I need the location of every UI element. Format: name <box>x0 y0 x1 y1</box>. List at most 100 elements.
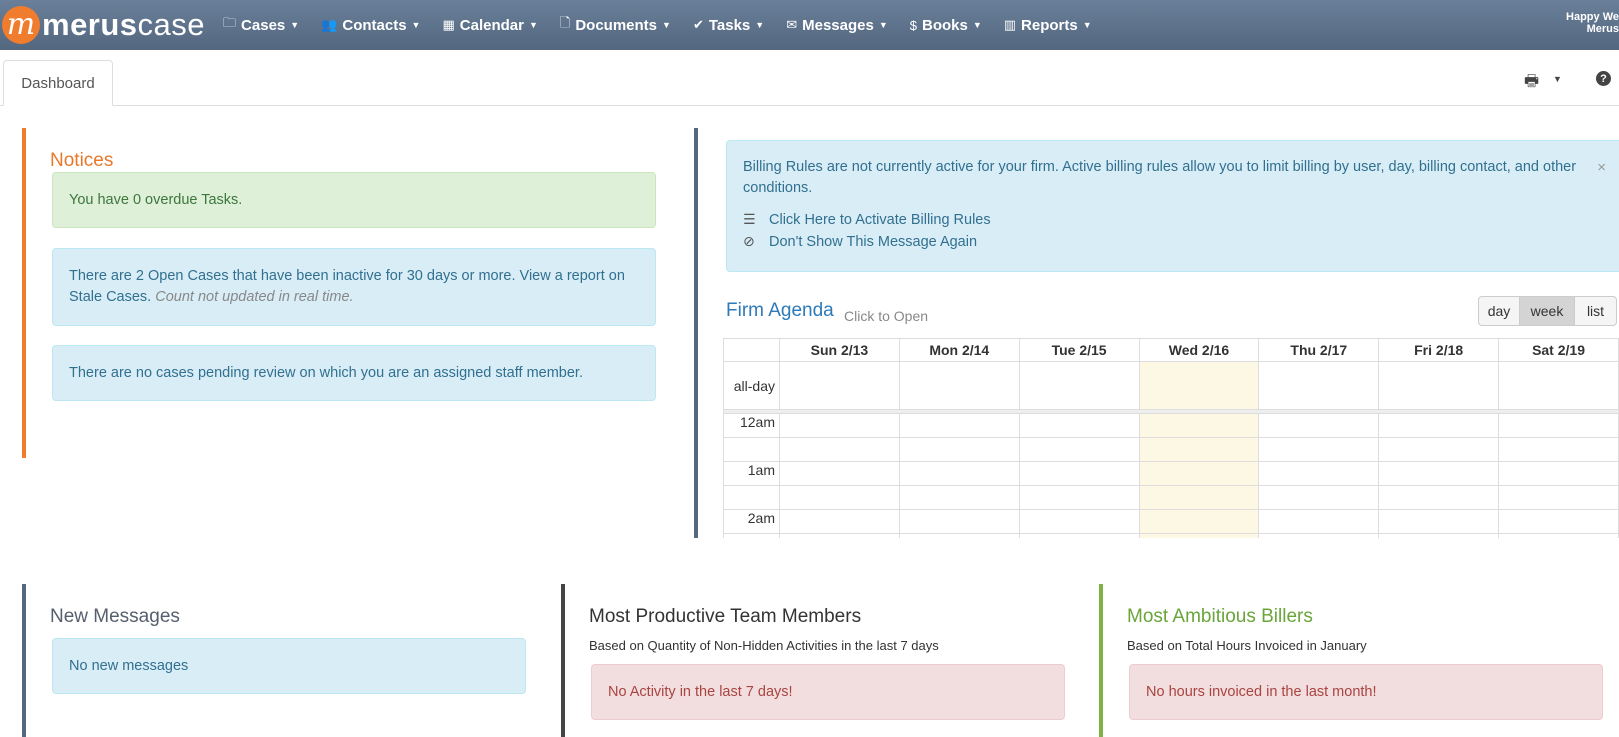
time-slot[interactable] <box>898 437 1020 462</box>
no-hours-alert: No hours invoiced in the last month! <box>1129 664 1603 720</box>
help-icon[interactable]: ? <box>1596 71 1611 86</box>
day-header[interactable]: Tue 2/15 <box>1018 338 1140 362</box>
allday-cell[interactable] <box>1378 361 1500 410</box>
time-slot[interactable] <box>1498 461 1619 486</box>
time-slot[interactable] <box>1018 461 1140 486</box>
time-slot[interactable] <box>1258 533 1380 538</box>
day-header[interactable]: Fri 2/18 <box>1378 338 1500 362</box>
stale-cases-alert[interactable]: There are 2 Open Cases that have been in… <box>52 248 656 326</box>
time-slot[interactable] <box>779 437 900 462</box>
time-label-blank <box>723 533 780 538</box>
time-slot[interactable] <box>1498 413 1619 438</box>
view-week-button[interactable]: week <box>1520 296 1575 326</box>
nav-contacts[interactable]: 👥 Contacts ▼ <box>321 14 420 36</box>
allday-cell[interactable] <box>1018 361 1140 410</box>
time-slot[interactable] <box>898 461 1020 486</box>
caret-down-icon[interactable]: ▼ <box>1553 74 1562 84</box>
time-slot[interactable] <box>898 533 1020 538</box>
activate-billing-rules-link[interactable]: ☰ Click Here to Activate Billing Rules <box>743 211 991 228</box>
overdue-tasks-alert: You have 0 overdue Tasks. <box>52 172 656 228</box>
time-slot[interactable] <box>1258 485 1380 510</box>
day-header[interactable]: Sun 2/13 <box>779 338 900 362</box>
caret-down-icon: ▼ <box>528 20 538 30</box>
close-icon[interactable]: × <box>1597 159 1606 176</box>
view-list-button[interactable]: list <box>1575 296 1617 326</box>
nav-tasks[interactable]: ✔ Tasks ▼ <box>693 14 764 36</box>
merus-logo-icon: m <box>2 6 40 44</box>
time-slot[interactable] <box>1258 461 1380 486</box>
caret-down-icon: ▼ <box>878 20 888 30</box>
time-slot-today[interactable] <box>1138 461 1260 486</box>
nav-calendar[interactable]: ▦ Calendar ▼ <box>442 14 537 36</box>
click-to-open-link[interactable]: Click to Open <box>844 308 928 324</box>
time-slot[interactable] <box>1498 509 1619 534</box>
time-slot[interactable] <box>779 509 900 534</box>
ambitious-billers-title: Most Ambitious Billers <box>1127 606 1313 627</box>
time-slot[interactable] <box>898 413 1020 438</box>
day-header[interactable]: Sat 2/19 <box>1498 338 1619 362</box>
time-slot[interactable] <box>1018 485 1140 510</box>
new-messages-title: New Messages <box>50 606 180 627</box>
time-slot-today[interactable] <box>1138 509 1260 534</box>
day-header[interactable]: Mon 2/14 <box>898 338 1020 362</box>
caret-down-icon: ▼ <box>290 20 300 30</box>
time-slot[interactable] <box>779 485 900 510</box>
time-slot[interactable] <box>779 461 900 486</box>
time-slot[interactable] <box>1258 413 1380 438</box>
view-day-button[interactable]: day <box>1478 296 1520 326</box>
caret-down-icon: ▼ <box>662 20 671 30</box>
time-slot[interactable] <box>1018 509 1140 534</box>
nav-messages[interactable]: ✉ Messages ▼ <box>786 14 888 36</box>
notices-panel: Notices You have 0 overdue Tasks. There … <box>22 128 682 458</box>
time-slot[interactable] <box>1018 437 1140 462</box>
nav-reports[interactable]: ▥ Reports ▼ <box>1004 14 1092 36</box>
time-slot-today[interactable] <box>1138 485 1260 510</box>
users-icon: 👥 <box>321 17 338 32</box>
time-slot[interactable] <box>1378 533 1500 538</box>
time-slot[interactable] <box>1018 533 1140 538</box>
allday-cell-today[interactable] <box>1138 361 1260 410</box>
productive-members-title: Most Productive Team Members <box>589 606 862 627</box>
check-circle-icon: ✔ <box>692 17 704 32</box>
time-slot[interactable] <box>898 485 1020 510</box>
time-slot[interactable] <box>1498 437 1619 462</box>
time-slot[interactable] <box>1258 509 1380 534</box>
time-slot[interactable] <box>898 509 1020 534</box>
main-menu: 🗀 Cases ▼ 👥 Contacts ▼ ▦ Calendar ▼ 🗋 Documents… <box>223 14 1114 36</box>
allday-cell[interactable] <box>1498 361 1619 410</box>
time-slot[interactable] <box>1498 485 1619 510</box>
ambitious-billers-subtitle: Based on Total Hours Invoiced in January <box>1127 638 1367 653</box>
nav-documents[interactable]: 🗋 Documents ▼ <box>560 14 671 36</box>
time-slot[interactable] <box>1258 437 1380 462</box>
time-slot[interactable] <box>1498 533 1619 538</box>
time-slot[interactable] <box>1018 413 1140 438</box>
nav-books[interactable]: $ Books ▼ <box>910 14 982 36</box>
firm-agenda-title[interactable]: Firm Agenda <box>726 300 834 322</box>
time-label: 12am <box>723 413 780 438</box>
allday-cell[interactable] <box>898 361 1020 410</box>
time-slot[interactable] <box>1378 509 1500 534</box>
time-slot-today[interactable] <box>1138 437 1260 462</box>
time-slot[interactable] <box>1378 485 1500 510</box>
time-slot[interactable] <box>1378 461 1500 486</box>
print-icon[interactable]: 🖶 <box>1524 70 1539 97</box>
day-header[interactable]: Wed 2/16 <box>1138 338 1260 362</box>
tab-bar: Dashboard 🖶 ▼ ? <box>0 50 1619 106</box>
time-slot[interactable] <box>779 413 900 438</box>
time-slot[interactable] <box>1378 437 1500 462</box>
top-navbar: m meruscase 🗀 Cases ▼ 👥 Contacts ▼ ▦ Calendar… <box>0 0 1619 50</box>
merus-logo[interactable]: m meruscase <box>2 0 205 50</box>
tab-dashboard[interactable]: Dashboard <box>3 60 113 106</box>
day-header[interactable]: Thu 2/17 <box>1258 338 1380 362</box>
dont-show-again-link[interactable]: ⊘ Don't Show This Message Again <box>743 233 977 250</box>
allday-cell[interactable] <box>779 361 900 410</box>
time-slot[interactable] <box>1378 413 1500 438</box>
nav-cases[interactable]: 🗀 Cases ▼ <box>223 14 299 36</box>
allday-cell[interactable] <box>1258 361 1380 410</box>
time-slot-today[interactable] <box>1138 413 1260 438</box>
user-menu[interactable]: Happy We Merus <box>1559 11 1619 35</box>
time-slot[interactable] <box>779 533 900 538</box>
calendar-view-switcher: day week list <box>1478 296 1617 326</box>
calendar-corner <box>723 338 780 362</box>
time-slot-today[interactable] <box>1138 533 1260 538</box>
